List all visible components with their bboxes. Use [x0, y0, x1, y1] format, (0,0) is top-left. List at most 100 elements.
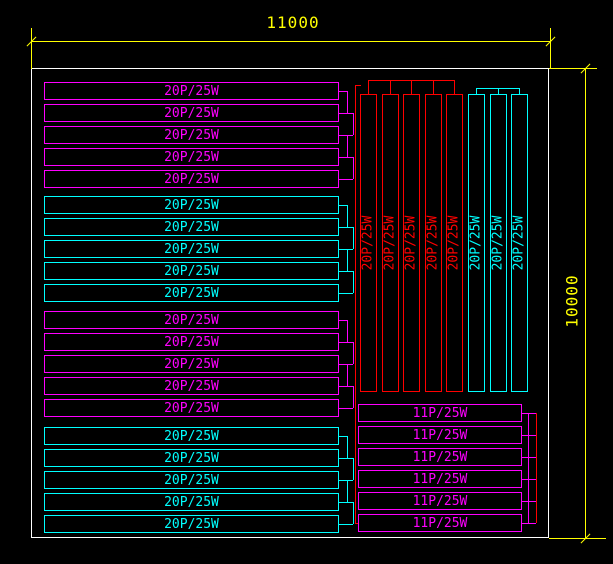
- jumper-line: [522, 479, 536, 480]
- jumper-line: [339, 480, 353, 481]
- jumper-line: [339, 342, 353, 343]
- lamp-bar-label: 11P/25W: [413, 407, 468, 420]
- lamp-bar-label: 20P/25W: [164, 173, 219, 186]
- lamp-bar-label: 20P/25W: [164, 265, 219, 278]
- jumper-line: [339, 458, 353, 459]
- jumper-line: [353, 342, 354, 364]
- bus-line: [476, 88, 519, 89]
- jumper-line: [522, 457, 536, 458]
- extension-line: [549, 538, 606, 539]
- jumper-line: [353, 502, 354, 524]
- bus-line: [368, 80, 454, 81]
- lamp-bar-label: 20P/25W: [164, 496, 219, 509]
- top-dimension-line: [31, 41, 551, 42]
- feeder-line: [355, 85, 356, 523]
- bus-riser-line: [454, 80, 455, 94]
- extension-line: [31, 28, 32, 69]
- bus-riser-line: [519, 88, 520, 94]
- lamp-bar-label: 20P/25W: [447, 216, 462, 271]
- lamp-bar-label: 20P/25W: [164, 474, 219, 487]
- lamp-bar-horizontal: 20P/25W: [44, 471, 339, 489]
- jumper-line: [347, 135, 348, 157]
- lamp-bar-horizontal: 20P/25W: [44, 218, 339, 236]
- lamp-bar-horizontal: 20P/25W: [44, 284, 339, 302]
- lamp-bar-horizontal: 20P/25W: [44, 399, 339, 417]
- jumper-line: [339, 91, 347, 92]
- jumper-line: [347, 91, 348, 113]
- lamp-bar-label: 20P/25W: [426, 216, 441, 271]
- lamp-bar-label: 20P/25W: [164, 221, 219, 234]
- jumper-line: [339, 436, 347, 437]
- lamp-bar-label: 11P/25W: [413, 473, 468, 486]
- jumper-line: [339, 271, 353, 272]
- lamp-bar-horizontal: 20P/25W: [44, 148, 339, 166]
- jumper-line: [339, 320, 347, 321]
- jumper-line: [353, 458, 354, 480]
- lamp-bar-horizontal: 11P/25W: [358, 426, 522, 444]
- jumper-line: [339, 157, 353, 158]
- lamp-bar-horizontal: 20P/25W: [44, 355, 339, 373]
- lamp-bar-label: 20P/25W: [164, 518, 219, 531]
- jumper-line: [339, 502, 353, 503]
- jumper-line: [522, 413, 536, 414]
- lamp-bar-horizontal: 20P/25W: [44, 126, 339, 144]
- lamp-bar-horizontal: 20P/25W: [44, 170, 339, 188]
- right-dimension-line: [585, 68, 586, 538]
- extension-line: [549, 68, 597, 69]
- lamp-bar-label: 20P/25W: [164, 430, 219, 443]
- jumper-line: [339, 227, 353, 228]
- jumper-line: [339, 386, 353, 387]
- jumper-line: [347, 480, 348, 502]
- lamp-bar-horizontal: 11P/25W: [358, 514, 522, 532]
- jumper-line: [339, 364, 353, 365]
- lamp-bar-horizontal: 20P/25W: [44, 377, 339, 395]
- jumper-line: [339, 179, 353, 180]
- jumper-line: [353, 113, 354, 135]
- jumper-line: [339, 205, 347, 206]
- jumper-line: [522, 523, 536, 524]
- lamp-bar-horizontal: 20P/25W: [44, 240, 339, 258]
- lamp-bar-horizontal: 20P/25W: [44, 196, 339, 214]
- jumper-line: [339, 113, 353, 114]
- jumper-rail-line: [528, 413, 529, 523]
- lamp-bar-label: 20P/25W: [164, 199, 219, 212]
- lamp-bar-label: 20P/25W: [512, 216, 527, 271]
- lamp-bar-label: 20P/25W: [164, 129, 219, 142]
- lamp-bar-label: 20P/25W: [383, 216, 398, 271]
- lamp-bar-label: 20P/25W: [404, 216, 419, 271]
- lamp-bar-horizontal: 11P/25W: [358, 492, 522, 510]
- jumper-line: [353, 271, 354, 293]
- lamp-bar-horizontal: 20P/25W: [44, 493, 339, 511]
- cad-viewport: 11000 10000 20P/25W20P/25W20P/25W20P/25W…: [0, 0, 613, 564]
- feeder-line: [355, 85, 361, 86]
- right-dimension-label: 10000: [563, 274, 582, 327]
- jumper-line: [339, 293, 353, 294]
- bus-riser-line: [433, 80, 434, 94]
- lamp-bar-horizontal: 20P/25W: [44, 449, 339, 467]
- bus-riser-line: [368, 80, 369, 94]
- lamp-bar-horizontal: 11P/25W: [358, 448, 522, 466]
- jumper-line: [339, 249, 353, 250]
- jumper-line: [347, 364, 348, 386]
- lamp-bar-horizontal: 20P/25W: [44, 311, 339, 329]
- bus-riser-line: [390, 80, 391, 94]
- lamp-bar-horizontal: 20P/25W: [44, 427, 339, 445]
- lamp-bar-label: 11P/25W: [413, 517, 468, 530]
- lamp-bar-label: 11P/25W: [413, 451, 468, 464]
- lamp-bar-label: 20P/25W: [361, 216, 376, 271]
- lamp-bar-horizontal: 11P/25W: [358, 404, 522, 422]
- jumper-line: [522, 501, 536, 502]
- lamp-bar-label: 20P/25W: [164, 107, 219, 120]
- lamp-bar-horizontal: 20P/25W: [44, 82, 339, 100]
- lamp-bar-label: 20P/25W: [164, 402, 219, 415]
- jumper-line: [347, 249, 348, 271]
- jumper-line: [347, 320, 348, 342]
- jumper-line: [353, 157, 354, 179]
- jumper-line: [339, 135, 353, 136]
- jumper-line: [522, 435, 536, 436]
- jumper-rail-line: [536, 413, 537, 523]
- lamp-bar-horizontal: 20P/25W: [44, 515, 339, 533]
- lamp-bar-horizontal: 20P/25W: [44, 333, 339, 351]
- jumper-line: [347, 205, 348, 227]
- jumper-line: [353, 227, 354, 249]
